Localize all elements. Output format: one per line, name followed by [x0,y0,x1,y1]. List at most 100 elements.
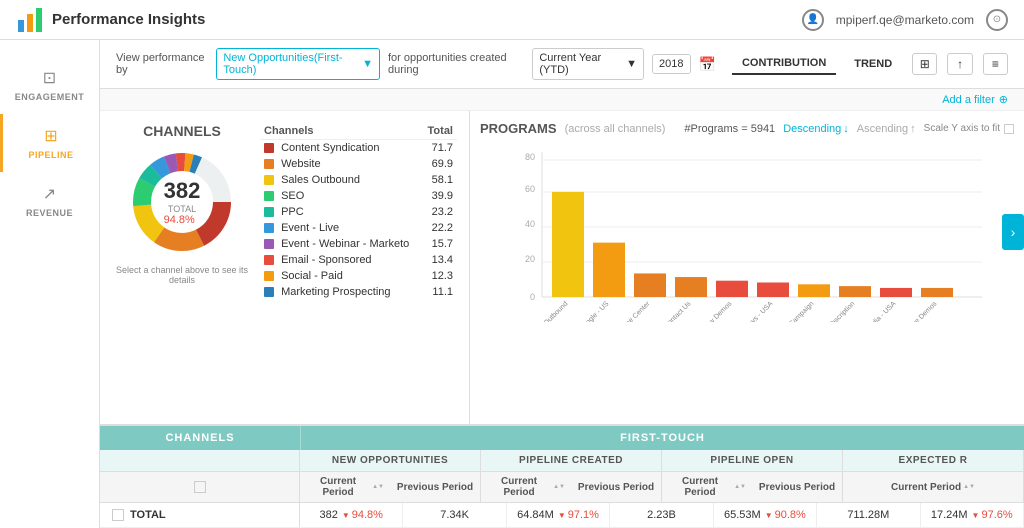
user-icon: 👤 [802,9,824,31]
bar-rect[interactable] [880,288,912,297]
donut-total-label: TOTAL [164,204,201,214]
sub-group-new-opp: NEW OPPORTUNITIES [300,450,481,471]
sidebar-item-engagement[interactable]: ⊡ ENGAGEMENT [0,56,99,114]
bar-chart-container: 0 20 40 60 80 Sales OutboundSEO - Google… [480,142,1014,322]
bar-rect[interactable] [757,283,789,298]
channel-row[interactable]: Content Syndication 71.7 [260,140,457,157]
channel-color-swatch [264,223,274,233]
sort-arrows-3[interactable]: ▲▼ [734,484,746,490]
bar-rect[interactable] [552,192,584,297]
val-17.24M: 17.24M [931,509,968,521]
channel-color-swatch [264,287,274,297]
val-64.84M: 64.84M [517,509,554,521]
channel-value: 15.7 [422,236,457,252]
channel-value: 11.1 [422,284,457,300]
total-new-opp-current: 382 94.8% [300,503,403,527]
val-65.53M: 65.53M [724,509,761,521]
channel-value: 58.1 [422,172,457,188]
sidebar: ⊡ ENGAGEMENT ⊞ PIPELINE ↗ REVENUE [0,40,100,528]
channel-color-swatch [264,175,274,185]
total-row-checkbox[interactable] [112,509,124,521]
app-title: Performance Insights [52,11,205,28]
channel-name: SEO [281,190,304,202]
settings-icon[interactable]: ≡ [983,53,1008,75]
val-7.34K: 7.34K [440,509,469,521]
performance-select[interactable]: New Opportunities(First-Touch) ▼ [216,48,380,80]
bar-rect[interactable] [675,277,707,297]
channel-row[interactable]: Event - Live 22.2 [260,220,457,236]
sidebar-item-revenue[interactable]: ↗ REVENUE [0,172,99,230]
sidebar-item-pipeline[interactable]: ⊞ PIPELINE [0,114,99,172]
channel-row[interactable]: SEO 39.9 [260,188,457,204]
table-sub-empty [100,450,300,471]
calendar-icon[interactable]: 📅 [699,56,716,73]
bar-rect[interactable] [593,243,625,297]
year-select[interactable]: 2018 [652,54,690,74]
sort-asc-icon: ↑ [910,123,916,135]
table-col-empty [100,472,300,502]
channel-row[interactable]: Sales Outbound 58.1 [260,172,457,188]
val-97.1: 97.1% [558,509,599,521]
toolbar: View performance by New Opportunities(Fi… [100,40,1024,89]
col-label-current-3: Current Period [668,476,732,498]
col-pair-pipeline-created: Current Period ▲▼ Previous Period [481,472,662,502]
donut-hint: Select a channel above to see its detail… [112,265,252,285]
descending-sort-btn[interactable]: Descending ↓ [783,123,849,135]
val-382: 382 [319,509,337,521]
bar-rect[interactable] [839,286,871,297]
channel-row[interactable]: Email - Sponsored 13.4 [260,252,457,268]
col-label-previous-1: Previous Period [397,482,473,493]
donut-total-number: 382 [164,178,201,204]
col-previous-period-1: Previous Period [390,472,480,502]
channel-name: Event - Live [281,222,339,234]
sort-arrows-1[interactable]: ▲▼ [372,484,384,490]
grid-view-icon[interactable]: ⊞ [912,53,937,75]
period-dropdown-icon: ▼ [626,58,637,70]
ascending-sort-btn[interactable]: Ascending ↑ [857,123,916,135]
sort-desc-icon: ↓ [843,123,849,135]
col-previous-period-2: Previous Period [571,472,661,502]
main-layout: ⊡ ENGAGEMENT ⊞ PIPELINE ↗ REVENUE View p… [0,40,1024,528]
bar-rect[interactable] [798,284,830,297]
sort-arrows-4[interactable]: ▲▼ [963,484,975,490]
sort-arrows-2[interactable]: ▲▼ [553,484,565,490]
select-all-checkbox[interactable] [194,481,206,493]
charts-area: CHANNELS [100,111,1024,424]
total-label: TOTAL [130,509,166,521]
channel-row[interactable]: PPC 23.2 [260,204,457,220]
period-select[interactable]: Current Year (YTD) ▼ [532,48,644,80]
sub-toolbar: Add a filter ⊕ [100,89,1024,111]
channel-value: 69.9 [422,156,457,172]
bar-rect[interactable] [921,288,953,297]
col-label-current-4: Current Period [891,482,961,493]
sub-group-expected-r: EXPECTED R [843,450,1024,471]
col-current-period-3: Current Period ▲▼ [662,472,752,502]
channel-row[interactable]: Marketing Prospecting 11.1 [260,284,457,300]
next-button[interactable]: › [1002,214,1024,250]
channel-row[interactable]: Event - Webinar - Marketo 15.7 [260,236,457,252]
channel-name: Email - Sponsored [281,254,372,266]
bar-rect[interactable] [716,281,748,297]
channel-row[interactable]: Website 69.9 [260,156,457,172]
tab-trend[interactable]: TREND [844,54,902,74]
total-open-current: 65.53M 90.8% [714,503,817,527]
channels-data-table: Channels Total Content Syndication 71.7 … [260,123,457,300]
share-icon[interactable]: ↑ [947,53,972,75]
channel-row[interactable]: Social - Paid 12.3 [260,268,457,284]
tab-contribution[interactable]: CONTRIBUTION [732,53,836,75]
donut-pct: 94.8% [164,214,201,226]
channel-name: Website [281,158,321,170]
val-711.28M: 711.28M [847,509,889,521]
add-filter-button[interactable]: Add a filter ⊕ [942,93,1008,106]
donut-section: CHANNELS [112,123,252,412]
scale-checkbox[interactable] [1004,124,1014,134]
bottom-table: CHANNELS FIRST-TOUCH NEW OPPORTUNITIES P… [100,424,1024,528]
channel-value: 71.7 [422,140,457,157]
programs-count: #Programs = 5941 [684,123,775,135]
total-pipeline-current: 64.84M 97.1% [507,503,610,527]
bar-rect[interactable] [634,273,666,297]
donut-center: 382 TOTAL 94.8% [164,178,201,226]
table-subheader: NEW OPPORTUNITIES PIPELINE CREATED PIPEL… [100,450,1024,472]
val-90.8: 90.8% [765,509,806,521]
donut-chart: 382 TOTAL 94.8% [127,147,237,257]
